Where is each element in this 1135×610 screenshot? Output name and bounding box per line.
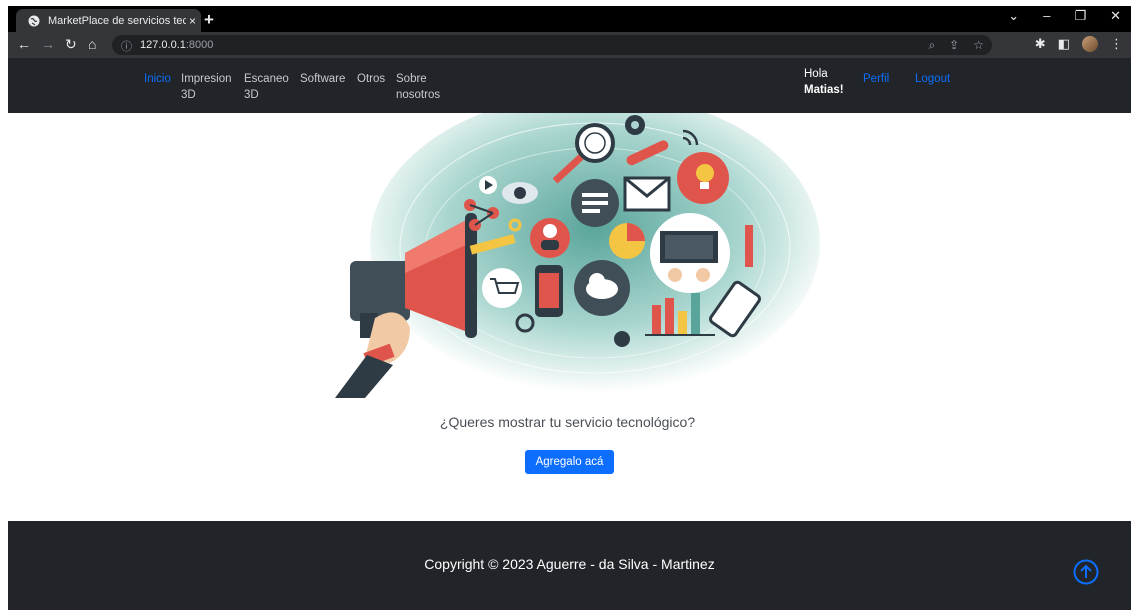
profile-avatar[interactable] xyxy=(1082,36,1098,52)
gear-small-icon xyxy=(614,331,630,347)
frame-right xyxy=(1131,0,1135,610)
zoom-icon[interactable]: ⌕ xyxy=(928,38,935,53)
extension-area: ✱ ◧ ⋮ xyxy=(1035,36,1123,52)
window-controls: ⌄ – ❐ ✕ xyxy=(1008,8,1121,24)
browser-tab[interactable]: MarketPlace de servicios tecnológicos × xyxy=(16,9,201,32)
share-icon[interactable]: ⇪ xyxy=(949,38,959,53)
menu-kebab-icon[interactable]: ⋮ xyxy=(1110,36,1123,52)
shopping-cart-icon xyxy=(482,268,522,308)
close-icon[interactable]: × xyxy=(189,14,196,28)
nav-escaneo-3d[interactable]: Escaneo 3D xyxy=(244,71,296,103)
red-pen-icon xyxy=(745,225,753,267)
hero-question: ¿Queres mostrar tu servicio tecnológico? xyxy=(439,414,696,430)
bookmark-star-icon[interactable]: ☆ xyxy=(973,38,984,53)
nav-impresion-3d[interactable]: Impresion 3D xyxy=(181,71,241,103)
lightbulb-icon xyxy=(677,152,729,204)
nav-inicio[interactable]: Inicio xyxy=(144,71,171,87)
url-port: :8000 xyxy=(185,39,214,51)
pie-chart-icon xyxy=(609,223,645,259)
nav-otros[interactable]: Otros xyxy=(357,71,385,87)
minimize-icon[interactable]: – xyxy=(1043,8,1050,24)
greeting-text: Hola xyxy=(804,68,828,80)
close-window-icon[interactable]: ✕ xyxy=(1110,8,1121,24)
smartphone-icon xyxy=(535,265,563,317)
tab-search-icon[interactable]: ⌄ xyxy=(1008,8,1019,24)
browser-toolbar: ← → ↻ ⌂ ⓘ 127.0.0.1:8000 ⌕ ⇪ ☆ ✱ ◧ ⋮ xyxy=(8,32,1131,58)
user-avatar-icon xyxy=(530,218,570,258)
user-greeting: Hola Matias! xyxy=(804,66,844,98)
chat-bubble-icon xyxy=(571,179,619,227)
address-bar-actions: ⌕ ⇪ ☆ xyxy=(928,38,984,53)
forward-icon[interactable]: → xyxy=(41,36,55,52)
nav-logout[interactable]: Logout xyxy=(915,71,950,87)
copyright-text: Copyright © 2023 Aguerre - da Silva - Ma… xyxy=(424,556,715,572)
site-info-icon[interactable]: ⓘ xyxy=(121,38,132,54)
new-tab-icon[interactable]: + xyxy=(204,10,214,30)
cloud-icon xyxy=(574,260,630,316)
nav-sobre-nosotros[interactable]: Sobre nosotros xyxy=(396,71,451,103)
envelope-icon xyxy=(623,176,671,212)
reload-icon[interactable]: ↻ xyxy=(65,36,77,53)
user-name: Matias! xyxy=(804,84,844,96)
back-icon[interactable]: ← xyxy=(17,36,31,52)
scroll-to-top-icon[interactable] xyxy=(1073,559,1099,585)
site-navbar: Inicio Impresion 3D Escaneo 3D Software … xyxy=(8,58,1131,113)
url-host: 127.0.0.1 xyxy=(140,39,186,51)
add-service-button[interactable]: Agregalo acá xyxy=(525,450,614,474)
address-bar[interactable]: ⓘ 127.0.0.1:8000 ⌕ ⇪ ☆ xyxy=(112,35,992,55)
marketing-illustration xyxy=(335,113,820,398)
laptop-icon xyxy=(650,213,730,293)
tab-title: MarketPlace de servicios tecnológicos xyxy=(48,14,186,27)
home-icon[interactable]: ⌂ xyxy=(88,36,96,52)
side-panel-icon[interactable]: ◧ xyxy=(1058,36,1070,52)
globe-icon xyxy=(28,15,40,26)
extensions-puzzle-icon[interactable]: ✱ xyxy=(1035,36,1046,52)
nav-perfil[interactable]: Perfil xyxy=(863,71,889,87)
site-footer: Copyright © 2023 Aguerre - da Silva - Ma… xyxy=(8,521,1131,610)
browser-tab-bar: MarketPlace de servicios tecnológicos × … xyxy=(8,6,1131,32)
nav-software[interactable]: Software xyxy=(300,71,345,87)
eye-icon xyxy=(502,182,538,204)
restore-icon[interactable]: ❐ xyxy=(1074,8,1086,24)
url-text: 127.0.0.1:8000 xyxy=(140,39,213,51)
frame-left xyxy=(0,0,8,610)
